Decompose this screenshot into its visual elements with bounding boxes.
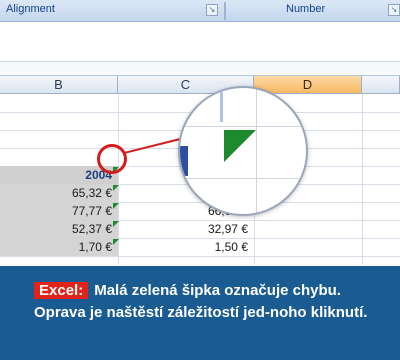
column-header-b[interactable]: B — [0, 76, 118, 94]
table-cell-c4[interactable]: 1,50 € — [118, 238, 254, 256]
table-cell-b1[interactable]: 65,32 € — [0, 184, 118, 202]
grid-col-line — [362, 94, 363, 264]
error-indicator-icon[interactable] — [113, 185, 119, 191]
ribbon-group-number-label: Number — [286, 3, 326, 15]
table-cell-b3[interactable]: 52,37 € — [0, 220, 118, 238]
magnified-error-indicator-icon — [224, 130, 256, 162]
highlight-ring — [97, 144, 127, 174]
table-cell-b2[interactable]: 77,77 € — [0, 202, 118, 220]
error-indicator-icon[interactable] — [113, 239, 119, 245]
formula-bar[interactable] — [0, 22, 400, 62]
caption-panel: Excel: Malá zelená šipka označuje chybu. … — [0, 266, 400, 360]
number-dialog-launcher-icon[interactable]: ↘ — [388, 4, 400, 16]
table-cell-b4[interactable]: 1,70 € — [0, 238, 118, 256]
sheet-gap — [0, 62, 400, 76]
alignment-dialog-launcher-icon[interactable]: ↘ — [206, 4, 218, 16]
error-indicator-icon[interactable] — [113, 203, 119, 209]
caption-text-block: Excel: Malá zelená šipka označuje chybu. … — [34, 280, 378, 324]
callout-connector-line — [123, 137, 183, 154]
table-cell-c3[interactable]: 32,97 € — [118, 220, 254, 238]
ribbon-group-alignment-label: Alignment — [6, 3, 55, 15]
ribbon-separator — [224, 2, 226, 20]
error-indicator-icon[interactable] — [113, 221, 119, 227]
caption-tag: Excel: — [34, 282, 89, 299]
column-header-e[interactable] — [362, 76, 400, 94]
grid-row-line — [0, 256, 400, 257]
magnifier-lens — [178, 86, 308, 216]
ribbon-bar: Alignment ↘ Number ↘ — [0, 0, 400, 22]
